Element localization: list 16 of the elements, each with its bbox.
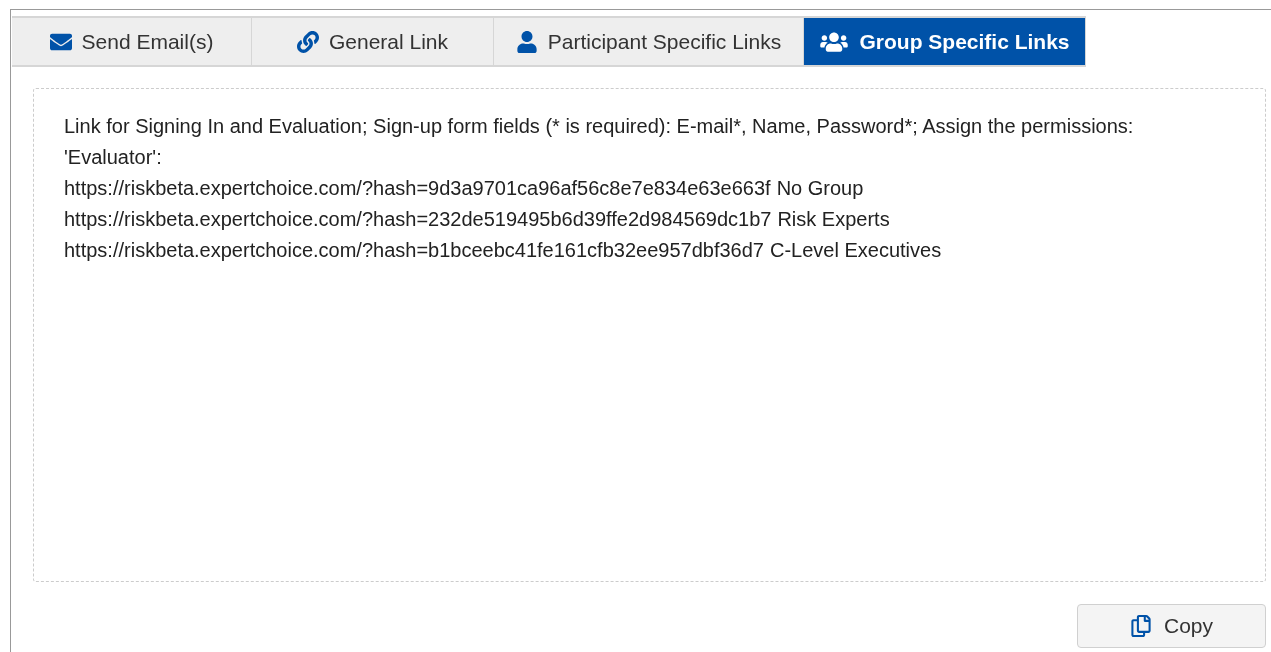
- copy-button[interactable]: Copy: [1077, 604, 1266, 648]
- group-name: No Group: [776, 176, 864, 201]
- links-text-area[interactable]: [33, 88, 1266, 582]
- person-icon: [515, 30, 538, 53]
- link-url: https://riskbeta.expertchoice.com/?hash=232de519495b6d39ffe2d984569dc1b7: [64, 207, 772, 232]
- tab[interactable]: General Link: [252, 18, 494, 65]
- group-name: C-Level Executives: [769, 238, 942, 263]
- link-url: https://riskbeta.expertchoice.com/?hash=9d3a9701ca96af56c8e7e834e63e663f: [64, 176, 771, 201]
- tab[interactable]: Send Email(s): [12, 18, 252, 65]
- link-icon: [296, 30, 319, 53]
- tab[interactable]: Group Specific Links: [804, 18, 1086, 65]
- copy-icon: [1130, 615, 1152, 637]
- group-name: Risk Experts: [777, 207, 890, 232]
- link-url: https://riskbeta.expertchoice.com/?hash=b1bceebc41fe161cfb32ee957dbf36d7: [64, 238, 764, 263]
- instructions-text: Link for Signing In and Evaluation; Sign-up form fields (* is required): E-mail*, Name, Password*; Assign the permissions: 'Evaluator':: [64, 114, 1135, 170]
- people-icon: [819, 30, 850, 53]
